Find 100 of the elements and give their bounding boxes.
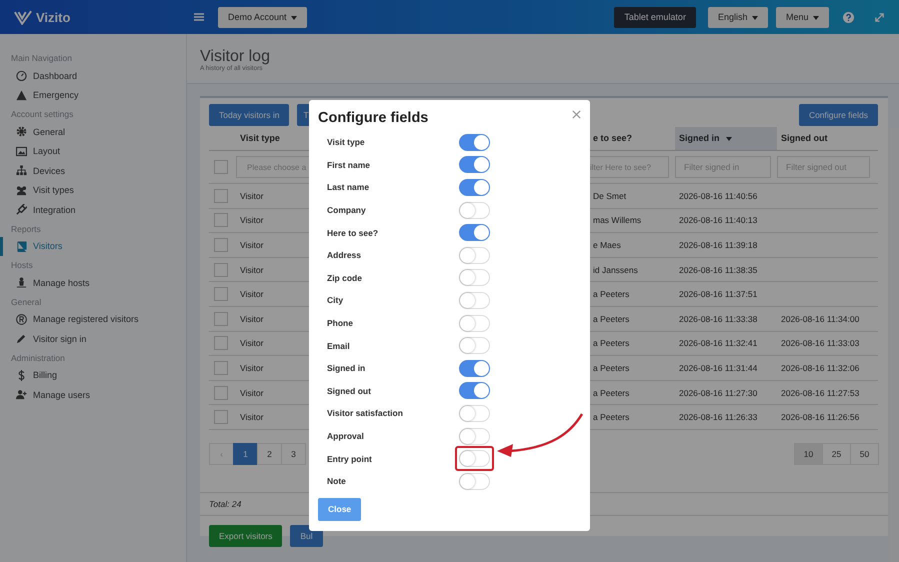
field-label: First name [327, 160, 371, 170]
field-label: Phone [327, 318, 354, 328]
page-button[interactable]: 3 [281, 442, 306, 465]
page-size-button[interactable]: 25 [822, 442, 851, 465]
registered-icon [16, 314, 27, 325]
field-label: Entry point [327, 454, 373, 464]
sidebar-item[interactable]: Layout [0, 142, 186, 161]
field-label: Signed in [327, 363, 366, 374]
page-button[interactable]: 2 [257, 442, 282, 465]
checkbox[interactable] [214, 336, 228, 350]
toggle-switch[interactable] [459, 178, 490, 196]
dropdown-button[interactable]: English [708, 6, 768, 28]
page-size-button[interactable]: 10 [794, 442, 823, 465]
sidebar-item[interactable]: Devices [0, 161, 186, 180]
field-label: Address [327, 250, 362, 260]
table-cell-text: a Peeters [592, 412, 630, 422]
table-cell-text: Visitor [239, 240, 264, 250]
table-cell-text: 2026-08-16 11:27:53 [780, 388, 860, 398]
logo-icon [14, 10, 32, 24]
field-label: Signed out [327, 386, 372, 396]
account-dropdown[interactable]: Demo Account [218, 6, 308, 28]
page-button[interactable]: 1 [233, 442, 258, 465]
gauge-icon [16, 70, 27, 82]
checkbox[interactable] [214, 410, 228, 424]
toggle-switch[interactable] [459, 360, 490, 377]
checkbox[interactable] [214, 312, 228, 326]
people-icon [16, 184, 27, 196]
sidebar-item[interactable]: Billing [0, 366, 186, 385]
caret-icon [291, 16, 298, 20]
field-label: Visitor satisfaction [327, 408, 404, 418]
dropdown-button[interactable]: Menu [776, 6, 829, 28]
toggle-switch[interactable] [459, 134, 490, 151]
table-cell-text: a Peeters [592, 362, 630, 373]
table-cell-text: a Peeters [592, 314, 630, 324]
page-size-button[interactable]: 50 [850, 442, 879, 465]
checkbox[interactable] [214, 238, 228, 252]
sidebar-item[interactable]: Dashboard [0, 66, 186, 86]
sidebar-item[interactable]: Manage hosts [0, 273, 186, 292]
checkbox[interactable] [214, 160, 228, 174]
person-icon [16, 277, 27, 288]
section-heading: Hosts [10, 259, 34, 272]
sidebar-item[interactable]: General [0, 122, 186, 142]
tablet-emulator-button[interactable]: Tablet emulator [614, 6, 696, 28]
table-cell-text: Visitor [239, 362, 264, 373]
checkbox[interactable] [214, 386, 228, 400]
caret-icon [813, 16, 819, 20]
column-header[interactable]: Signed in [675, 127, 777, 150]
checkbox[interactable] [214, 360, 228, 375]
field-label: Here to see? [327, 228, 380, 238]
toggle-switch[interactable] [459, 156, 490, 174]
section-heading: Administration [10, 352, 66, 364]
sidebar-item[interactable]: Visitors [0, 236, 186, 256]
menu-icon[interactable] [194, 13, 204, 21]
sidebar-item[interactable]: Visitor sign in [0, 329, 186, 348]
field-label: Last name [327, 182, 370, 192]
close-icon[interactable] [572, 110, 581, 119]
sort-caret-icon [726, 136, 732, 141]
table-cell-text: a Peeters [592, 388, 630, 398]
section-heading: General [10, 296, 42, 308]
sidebar-item[interactable]: Integration [0, 200, 186, 220]
column-header[interactable]: Visit type [236, 127, 308, 150]
sidebar-item[interactable]: Manage registered visitors [0, 310, 186, 329]
table-cell-text: Visitor [239, 338, 264, 348]
section-heading: Reports [10, 222, 42, 236]
toggle-switch[interactable] [459, 382, 490, 400]
close-button[interactable]: Close [318, 498, 362, 520]
checkbox[interactable] [214, 287, 228, 302]
checkbox[interactable] [214, 213, 228, 228]
section-heading: Main Navigation [10, 52, 73, 65]
table-cell-text: Visitor [239, 289, 264, 300]
toggle-switch[interactable] [459, 224, 490, 242]
field-label: Company [327, 205, 367, 216]
table-cell-text: 2026-08-16 11:32:06 [780, 362, 860, 373]
settings-icon [16, 126, 27, 138]
configure-fields-button[interactable]: Configure fields [798, 104, 878, 126]
table-cell-text: a Peeters [592, 289, 630, 300]
table-cell-text: 2026-08-16 11:38:35 [678, 264, 758, 275]
sidebar-item[interactable]: Visit types [0, 180, 186, 200]
help-icon[interactable] [843, 12, 854, 22]
sidebar-item[interactable]: Emergency [0, 86, 186, 105]
add-user-icon [16, 389, 27, 400]
column-header[interactable]: Signed out [777, 127, 876, 150]
image-icon [16, 146, 27, 157]
field-label: City [327, 295, 344, 306]
checkbox[interactable] [214, 188, 228, 203]
table-cell-text: Visitor [239, 314, 264, 324]
dollar-icon [16, 370, 27, 381]
expand-icon[interactable] [874, 12, 885, 22]
hierarchy-icon [16, 165, 27, 176]
action-button[interactable]: Export visitors [209, 524, 282, 547]
dialog-title: Configure fields [318, 109, 428, 127]
table-cell-text: 2026-08-16 11:39:18 [678, 240, 758, 250]
table-cell-text: 2026-08-16 11:40:56 [678, 190, 758, 201]
checkbox[interactable] [214, 262, 228, 277]
sidebar-item[interactable]: Manage users [0, 385, 186, 404]
column-header[interactable]: e to see? [589, 127, 675, 150]
table-cell-text: Visitor [239, 412, 264, 422]
table-cell-text: 2026-08-16 11:31:44 [678, 362, 758, 373]
field-label: Email [327, 340, 351, 351]
filter-button[interactable]: Today visitors in [209, 104, 290, 126]
